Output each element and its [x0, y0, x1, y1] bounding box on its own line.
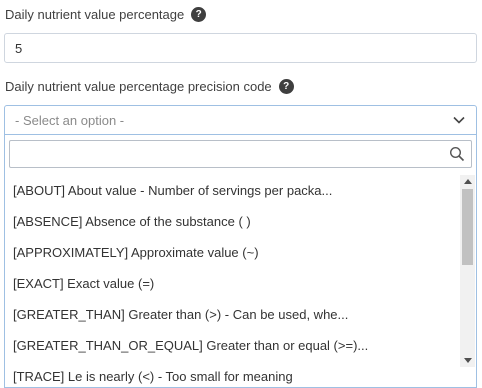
dropdown-search-input[interactable]	[10, 141, 471, 167]
nutrient-percentage-label-text: Daily nutrient value percentage	[5, 7, 185, 22]
precision-code-label: Daily nutrient value percentage precisio…	[5, 79, 294, 94]
chevron-down-icon	[453, 116, 465, 124]
option-item[interactable]: [EXACT] Exact value (=)	[5, 268, 460, 299]
scroll-thumb[interactable]	[462, 189, 473, 265]
help-icon[interactable]: ?	[278, 79, 294, 94]
nutrient-percentage-label: Daily nutrient value percentage ?	[5, 7, 207, 22]
precision-code-label-text: Daily nutrient value percentage precisio…	[5, 79, 272, 94]
nutrient-percentage-input[interactable]	[4, 33, 477, 63]
select-dropdown: [ABOUT] About value - Number of servings…	[4, 135, 477, 388]
precision-code-select[interactable]: - Select an option -	[4, 105, 477, 135]
scroll-down-arrow-icon[interactable]	[464, 358, 472, 363]
options-scrollbar[interactable]	[460, 175, 475, 367]
option-item[interactable]: [ABOUT] About value - Number of servings…	[5, 175, 460, 206]
option-item[interactable]: [APPROXIMATELY] Approximate value (~)	[5, 237, 460, 268]
help-icon[interactable]: ?	[191, 7, 207, 22]
option-item[interactable]: [TRACE] Le is nearly (<) - Too small for…	[5, 361, 460, 388]
option-item[interactable]: [ABSENCE] Absence of the substance ( )	[5, 206, 460, 237]
option-item[interactable]: [GREATER_THAN] Greater than (>) - Can be…	[5, 299, 460, 330]
search-icon	[449, 146, 465, 162]
option-item[interactable]: [GREATER_THAN_OR_EQUAL] Greater than or …	[5, 330, 460, 361]
select-placeholder: - Select an option -	[15, 112, 125, 128]
options-list: [ABOUT] About value - Number of servings…	[5, 175, 460, 388]
scroll-up-arrow-icon[interactable]	[464, 179, 472, 184]
dropdown-search[interactable]	[9, 140, 472, 168]
